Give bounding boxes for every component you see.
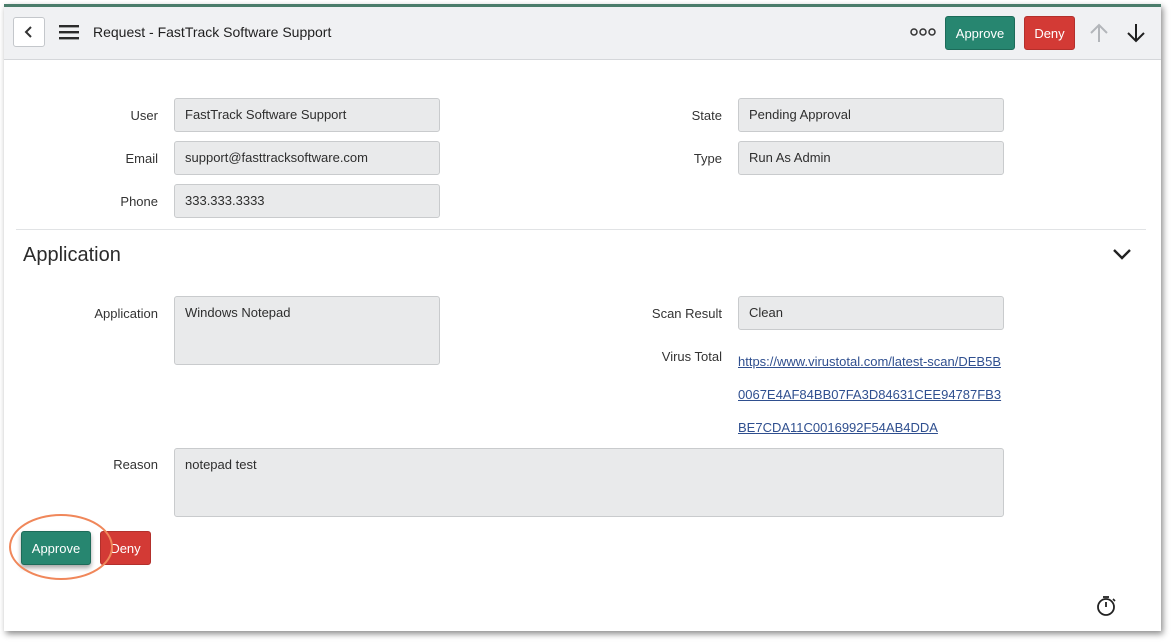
- phone-label: Phone: [120, 194, 158, 209]
- footer-deny-button[interactable]: Deny: [100, 531, 151, 565]
- reason-label: Reason: [113, 457, 158, 472]
- footer-approve-button[interactable]: Approve: [21, 531, 91, 565]
- virus-total-label: Virus Total: [661, 349, 722, 364]
- next-record-button[interactable]: [1125, 22, 1147, 44]
- section-divider: [16, 229, 1146, 230]
- page-title: Request - FastTrack Software Support: [93, 24, 332, 40]
- chevron-down-icon: [1113, 249, 1131, 260]
- arrow-up-icon: [1090, 23, 1108, 42]
- virus-total-link[interactable]: https://www.virustotal.com/latest-scan/D…: [738, 345, 1008, 444]
- reason-field[interactable]: notepad test: [174, 448, 1004, 517]
- email-field[interactable]: support@fasttracksoftware.com: [174, 141, 440, 175]
- more-options-button[interactable]: [910, 24, 936, 40]
- form-header: Request - FastTrack Software Support App…: [4, 7, 1161, 60]
- arrow-down-icon: [1127, 24, 1145, 43]
- response-time-button[interactable]: [1095, 595, 1117, 617]
- previous-record-button[interactable]: [1088, 22, 1110, 44]
- back-button[interactable]: [13, 17, 45, 47]
- more-options-icon: [910, 28, 936, 36]
- application-field[interactable]: Windows Notepad: [174, 296, 440, 365]
- request-form-window: Request - FastTrack Software Support App…: [4, 4, 1161, 631]
- user-label: User: [130, 108, 158, 123]
- menu-button[interactable]: [58, 21, 80, 43]
- scan-result-label: Scan Result: [651, 306, 722, 321]
- hamburger-menu-icon: [59, 25, 79, 40]
- scan-result-field[interactable]: Clean: [738, 296, 1004, 330]
- phone-field[interactable]: 333.333.3333: [174, 184, 440, 218]
- application-label: Application: [94, 306, 158, 321]
- chevron-left-icon: [24, 26, 32, 38]
- state-label: State: [691, 108, 722, 123]
- section-collapse-button[interactable]: [1110, 243, 1134, 265]
- email-label: Email: [125, 151, 158, 166]
- user-field[interactable]: FastTrack Software Support: [174, 98, 440, 132]
- header-deny-button[interactable]: Deny: [1024, 16, 1075, 50]
- stopwatch-icon: [1097, 596, 1116, 616]
- application-section-title: Application: [23, 244, 121, 266]
- type-label: Type: [693, 151, 722, 166]
- header-approve-button[interactable]: Approve: [945, 16, 1015, 50]
- type-field[interactable]: Run As Admin: [738, 141, 1004, 175]
- state-field[interactable]: Pending Approval: [738, 98, 1004, 132]
